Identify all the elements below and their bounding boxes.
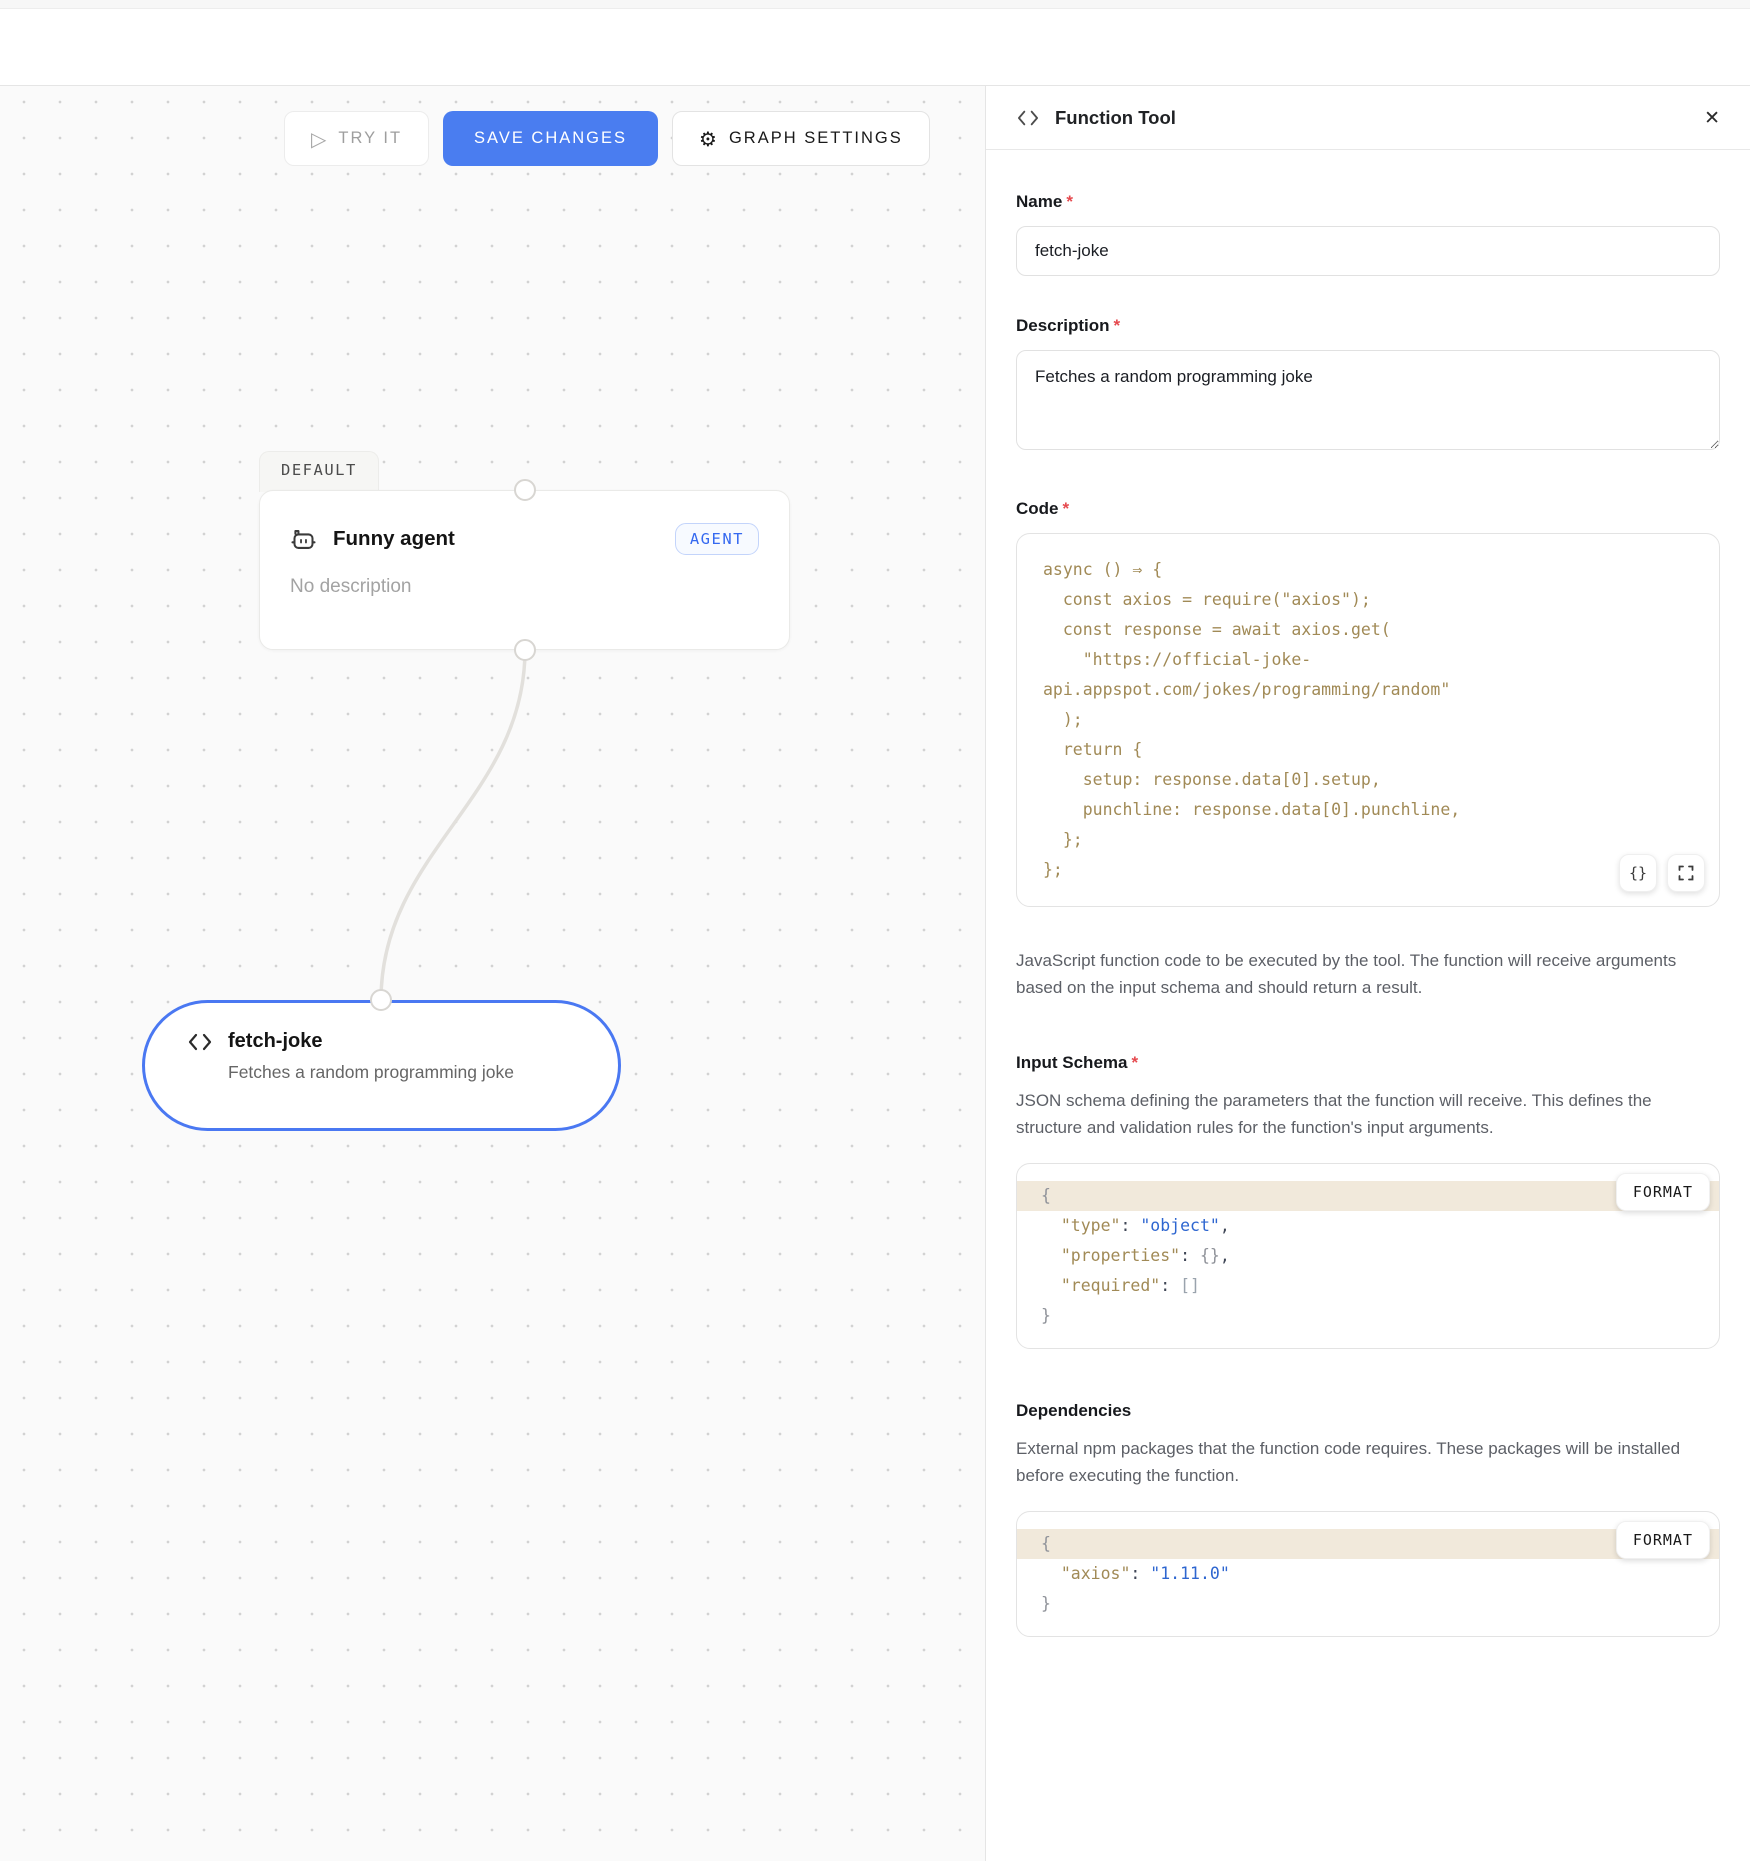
editor-line: {	[1017, 1181, 1719, 1211]
function-tool-panel: Function Tool ✕ Name* Description* Fetch…	[985, 86, 1750, 1861]
editor-line: }	[1017, 1301, 1719, 1331]
gear-icon: ⚙	[699, 127, 717, 151]
format-button[interactable]: FORMAT	[1616, 1521, 1710, 1559]
input-schema-editor[interactable]: FORMAT { "type": "object", "properties":…	[1016, 1163, 1720, 1349]
editor-line: "axios": "1.11.0"	[1017, 1559, 1719, 1589]
agent-top-port[interactable]	[514, 479, 536, 501]
editor-line: "properties": {},	[1017, 1241, 1719, 1271]
try-it-button[interactable]: ▷ TRY IT	[284, 111, 429, 166]
required-asterisk: *	[1066, 192, 1073, 211]
editor-line: "type": "object",	[1017, 1211, 1719, 1241]
tool-node-title: fetch-joke	[228, 1030, 322, 1053]
graph-settings-button[interactable]: ⚙ GRAPH SETTINGS	[672, 111, 930, 166]
input-schema-help-text: JSON schema defining the parameters that…	[1016, 1087, 1720, 1141]
app-top-bar	[0, 9, 1750, 86]
code-help-text: JavaScript function code to be executed …	[1016, 947, 1720, 1001]
panel-title: Function Tool	[1055, 107, 1176, 129]
fullscreen-icon	[1678, 865, 1694, 881]
play-icon: ▷	[311, 127, 326, 151]
close-button[interactable]: ✕	[1704, 107, 1720, 129]
required-asterisk: *	[1131, 1053, 1138, 1072]
node-group-tab[interactable]: DEFAULT	[259, 451, 379, 492]
agent-node[interactable]: Funny agent AGENT No description	[259, 490, 790, 650]
code-label: Code*	[1016, 499, 1720, 519]
editor-line: }	[1017, 1589, 1719, 1619]
code-brackets-icon	[187, 1031, 213, 1053]
description-label: Description*	[1016, 316, 1720, 336]
graph-settings-label: GRAPH SETTINGS	[729, 129, 903, 148]
save-changes-label: SAVE CHANGES	[474, 129, 627, 148]
dependencies-help-text: External npm packages that the function …	[1016, 1435, 1720, 1489]
expand-fullscreen-button[interactable]	[1667, 854, 1705, 892]
graph-canvas[interactable]: ▷ TRY IT SAVE CHANGES ⚙ GRAPH SETTINGS D…	[0, 86, 985, 1861]
input-schema-label: Input Schema*	[1016, 1053, 1720, 1073]
panel-body: Name* Description* Fetches a random prog…	[986, 150, 1750, 1679]
required-asterisk: *	[1063, 499, 1070, 518]
agent-bottom-port[interactable]	[514, 639, 536, 661]
code-editor[interactable]: async () ⇒ { const axios = require("axio…	[1016, 533, 1720, 907]
dependencies-label: Dependencies	[1016, 1401, 1720, 1421]
edge-layer	[0, 86, 985, 1861]
canvas-toolbar: ▷ TRY IT SAVE CHANGES ⚙ GRAPH SETTINGS	[284, 111, 930, 166]
tool-node-description: Fetches a random programming joke	[228, 1062, 588, 1083]
dependencies-editor[interactable]: FORMAT { "axios": "1.11.0"}	[1016, 1511, 1720, 1637]
panel-header: Function Tool ✕	[986, 86, 1750, 150]
format-button[interactable]: FORMAT	[1616, 1173, 1710, 1211]
code-content[interactable]: async () ⇒ { const axios = require("axio…	[1043, 555, 1693, 885]
function-tool-icon	[1016, 108, 1040, 128]
editor-line: {	[1017, 1529, 1719, 1559]
tool-top-port[interactable]	[370, 989, 392, 1011]
tool-node[interactable]: fetch-joke Fetches a random programming …	[142, 1000, 621, 1131]
required-asterisk: *	[1114, 316, 1121, 335]
agent-type-badge: AGENT	[675, 523, 759, 555]
format-braces-button[interactable]: {}	[1619, 854, 1657, 892]
save-changes-button[interactable]: SAVE CHANGES	[443, 111, 658, 166]
editor-line: "required": []	[1017, 1271, 1719, 1301]
agent-node-title: Funny agent	[333, 527, 455, 551]
description-textarea[interactable]: Fetches a random programming joke	[1016, 350, 1720, 450]
edge-connector	[381, 650, 525, 1000]
name-input[interactable]	[1016, 226, 1720, 276]
agent-node-description: No description	[290, 576, 759, 598]
robot-icon	[290, 526, 317, 553]
name-label: Name*	[1016, 192, 1720, 212]
try-it-label: TRY IT	[338, 129, 402, 148]
window-top-strip	[0, 0, 1750, 9]
